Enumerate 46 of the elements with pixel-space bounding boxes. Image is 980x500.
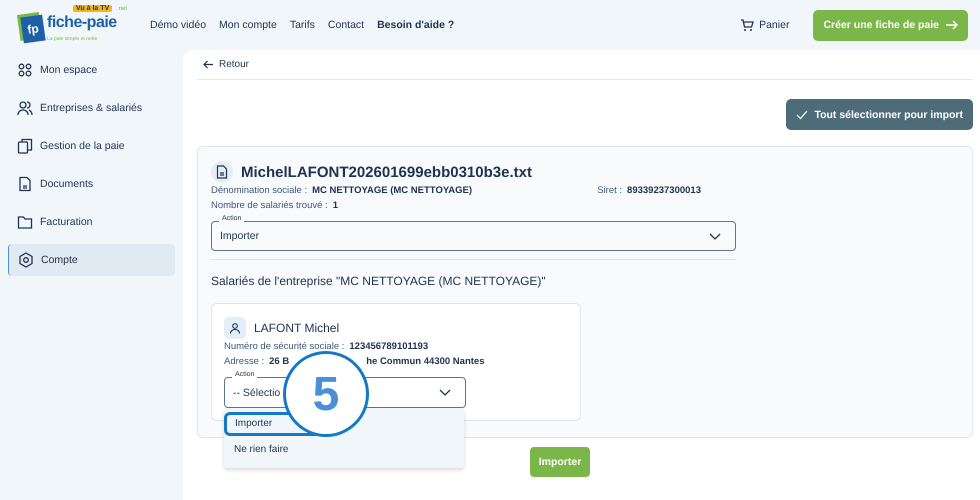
settings-icon [18,252,34,268]
logo-mark: fp [20,14,46,44]
person-icon [224,317,246,339]
nav-link[interactable]: Besoin d'aide ? [377,19,454,31]
field-label: Dénomination sociale : [211,184,308,198]
folder-icon [17,214,33,230]
nav-link[interactable]: Tarifs [290,19,315,31]
cart-link[interactable]: Panier [740,18,790,32]
field-label: Nombre de salariés trouvé : [211,199,328,213]
field-value: 123456789101193 [349,340,428,354]
sidebar-item[interactable]: Documents [8,168,175,200]
sidebar-item[interactable]: Facturation [8,206,175,238]
field-label: Adresse : [224,355,264,369]
field-value: 89339237300013 [627,184,701,198]
file-name: MichelLAFONT202601699ebb0310b3e.txt [241,164,532,180]
arrow-left-icon [203,60,214,69]
cart-icon [740,18,754,32]
nav-link[interactable]: Mon compte [219,19,277,31]
logo-name: fiche-paie [47,14,117,32]
file-icon [211,161,233,183]
dropdown-option[interactable]: Ne rien faire [224,438,298,462]
back-link[interactable]: Retour [203,59,250,70]
grid-icon [17,62,33,78]
nav-link[interactable]: Contact [328,19,364,31]
chevron-down-icon [439,389,451,396]
chevron-down-icon [709,232,721,240]
field-value: 1 [332,199,338,213]
documents-icon [17,138,33,154]
document-icon [17,176,33,192]
action-select[interactable]: Importer [211,221,736,251]
employee-name: LAFONT Michel [254,321,340,335]
sidebar-item[interactable]: Compte [8,244,175,276]
sidebar-item[interactable]: Gestion de la paie [8,130,175,162]
nav-link[interactable]: Démo vidéo [150,19,206,31]
field-value: MC NETTOYAGE (MC NETTOYAGE) [312,184,472,198]
select-all-button[interactable]: Tout sélectionner pour import [786,99,973,130]
arrow-right-icon [945,20,958,30]
field-label: Numéro de sécurité sociale : [224,340,344,354]
users-icon [17,100,33,116]
sidebar-item[interactable]: Entreprises & salariés [8,92,175,124]
field-label: Siret : [597,184,622,198]
check-icon [796,110,808,120]
section-title: Salariés de l'entreprise "MC NETTOYAGE (MC NETTOYAGE)" [211,274,547,288]
sidebar-item[interactable]: Mon espace [8,54,175,86]
field-value: 26 B [269,355,290,369]
field-value: he Commun 44300 Nantes [366,355,484,369]
